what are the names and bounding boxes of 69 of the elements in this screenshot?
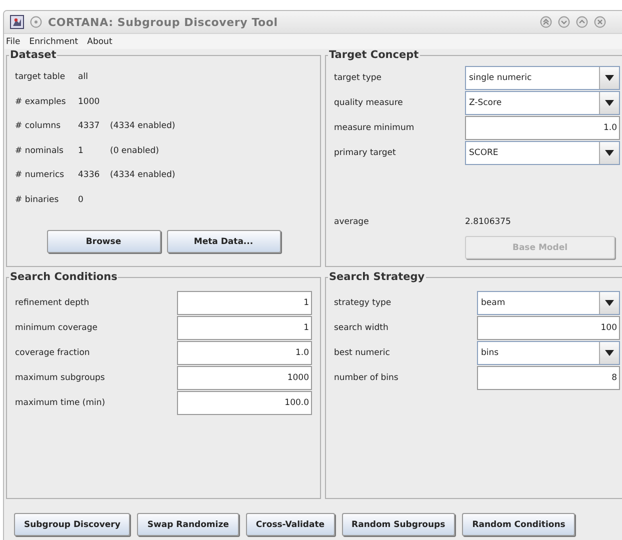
- field-value: 2.8106375: [465, 217, 511, 227]
- panel-title: Search Conditions: [9, 271, 118, 283]
- menu-item[interactable]: About: [87, 36, 112, 46]
- panel-title: Dataset: [9, 49, 58, 61]
- panel-title: Target Concept: [328, 49, 420, 61]
- field-label: average: [334, 217, 370, 227]
- caret-icon: [605, 150, 614, 156]
- field-note: (4334 enabled): [110, 170, 176, 180]
- dropdown[interactable]: SCORE: [465, 140, 620, 164]
- input-field[interactable]: 1: [177, 316, 312, 340]
- field-label: primary target: [334, 148, 397, 158]
- caret-icon: [605, 350, 614, 356]
- action-button[interactable]: Cross-Validate: [246, 513, 335, 536]
- dropdown[interactable]: beam: [477, 290, 620, 314]
- field-label: strategy type: [334, 298, 392, 308]
- action-button[interactable]: Swap Randomize: [137, 513, 239, 536]
- field-label: number of bins: [334, 372, 400, 382]
- field-label: # nominals: [15, 146, 64, 156]
- shade-icon[interactable]: [540, 16, 552, 28]
- input-field[interactable]: 1.0: [177, 340, 312, 364]
- dropdown[interactable]: Z-Score: [465, 90, 620, 114]
- dropdown[interactable]: single numeric: [465, 66, 620, 90]
- action-button[interactable]: Subgroup Discovery: [14, 513, 130, 536]
- field-label: minimum coverage: [15, 322, 99, 332]
- meta-data-button[interactable]: Meta Data...: [166, 230, 280, 253]
- field-label: maximum time (min): [15, 398, 106, 408]
- caret-icon: [605, 300, 614, 306]
- field-label: # binaries: [15, 194, 60, 205]
- field-label: best numeric: [334, 348, 391, 358]
- input-field[interactable]: 100: [477, 316, 620, 340]
- input-field[interactable]: 1.0: [465, 116, 620, 140]
- field-value: 4337: [78, 121, 101, 132]
- field-label: target table: [15, 72, 66, 82]
- field-label: maximum subgroups: [15, 372, 106, 382]
- field-value: 0: [78, 194, 84, 205]
- field-label: quality measure: [334, 98, 404, 108]
- field-value: 4336: [78, 170, 101, 180]
- field-label: coverage fraction: [15, 348, 91, 358]
- input-field[interactable]: 1000: [177, 366, 312, 390]
- action-button[interactable]: Random Subgroups: [342, 513, 456, 536]
- field-label: measure minimum: [334, 122, 416, 132]
- caret-icon: [605, 100, 614, 106]
- minimize-icon[interactable]: [558, 16, 570, 28]
- maximize-icon[interactable]: [576, 16, 588, 28]
- window-title: CORTANA: Subgroup Discovery Tool: [48, 16, 278, 28]
- field-label: search width: [334, 322, 390, 332]
- action-button[interactable]: Random Conditions: [462, 513, 576, 536]
- dropdown[interactable]: bins: [477, 340, 620, 364]
- field-label: target type: [334, 72, 383, 82]
- menu-item[interactable]: File: [6, 36, 20, 46]
- input-field[interactable]: 100.0: [177, 390, 312, 414]
- field-note: (4334 enabled): [110, 121, 176, 132]
- menu-item[interactable]: Enrichment: [29, 36, 78, 46]
- caret-icon: [605, 74, 614, 80]
- field-label: # examples: [15, 96, 67, 107]
- panel-title: Search Strategy: [328, 271, 426, 283]
- field-label: refinement depth: [15, 298, 90, 308]
- browse-button[interactable]: Browse: [46, 230, 160, 253]
- field-note: (0 enabled): [110, 146, 159, 156]
- input-field[interactable]: 8: [477, 366, 620, 390]
- pin-icon[interactable]: [30, 16, 42, 28]
- app-icon: [10, 15, 24, 29]
- field-label: # columns: [15, 121, 62, 132]
- field-value: all: [78, 72, 89, 82]
- close-icon[interactable]: [594, 16, 606, 28]
- input-field[interactable]: 1: [177, 290, 312, 314]
- field-label: # numerics: [15, 170, 66, 180]
- field-value: 1000: [78, 96, 101, 107]
- field-value: 1: [78, 146, 84, 156]
